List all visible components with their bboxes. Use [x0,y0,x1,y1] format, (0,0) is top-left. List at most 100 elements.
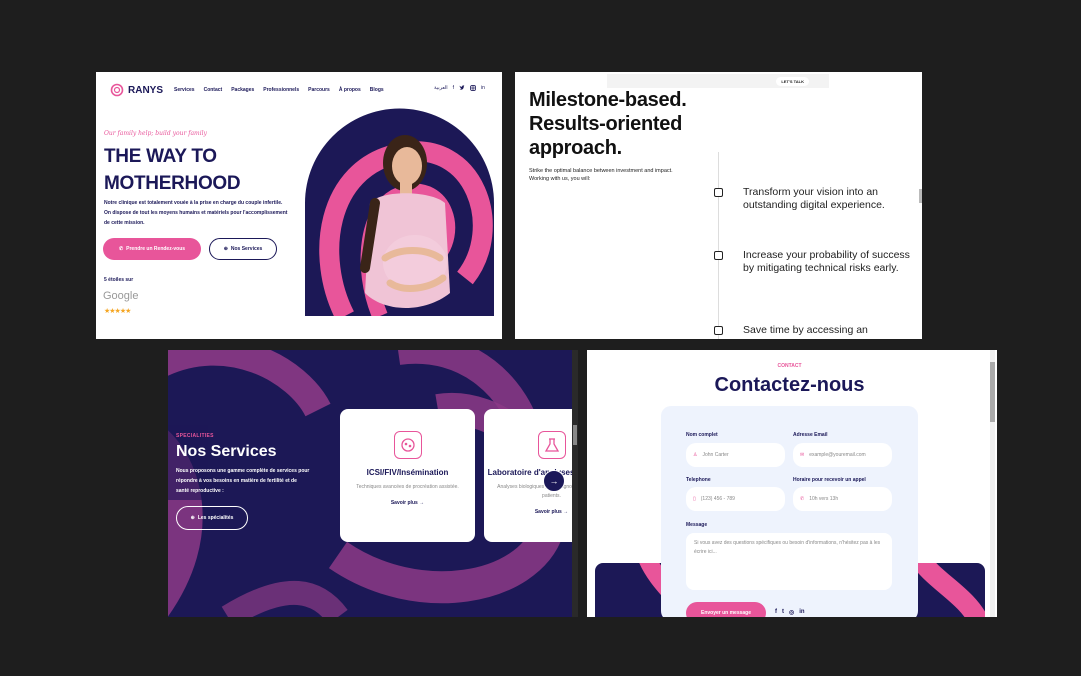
language-switch[interactable]: العربية [434,85,448,91]
facebook-icon[interactable]: f [453,85,454,91]
carousel-next-button[interactable]: → [543,470,565,492]
hero-title-line2: MOTHERHOOD [104,173,241,194]
benefit-item: Increase your probability of success by … [714,249,913,275]
rating-label: 5 étoiles sur [104,277,134,283]
nav-item-blogs[interactable]: Blogs [370,87,384,93]
phone-label: Telephone [686,477,711,483]
service-card-desc: Analyses biologiques pour diagnostic et … [497,484,578,499]
phone-call-icon: ✆ [800,496,805,502]
phone-field[interactable]: ▯ (123) 456 - 789 [686,487,785,511]
milestone-panel: LET'S TALK Milestone-based. Results-orie… [515,72,922,339]
service-card[interactable]: ICSI/FIV/Insémination Techniques avancée… [340,409,475,542]
hero-description: Notre clinique est totalement vouée à la… [104,200,288,226]
linkedin-icon[interactable]: in [799,609,804,616]
tagline: Our family help; build your family [104,130,207,137]
hero-panel: RANYS Services Contact Packages Professi… [96,72,502,339]
logo-text: RANYS [128,84,164,96]
google-logo: Google [103,290,139,302]
specialities-label: Les spécialités [197,515,234,521]
phone-icon: ▯ [693,496,696,502]
lab-flask-icon [537,431,566,459]
footer-social: f t ◎ in [775,609,805,616]
arrow-right-icon: → [563,509,569,515]
hero-title: THE WAY TO MOTHERHOOD [104,143,241,197]
checkbox-icon [714,251,723,260]
timeline-line [718,152,719,339]
message-placeholder: Si vous avez des questions spécifiques o… [694,540,881,555]
benefit-text: Increase your probability of success by … [743,249,910,274]
twitter-icon[interactable] [459,85,465,91]
contact-panel: CONTACT Contactez-nous Nom complet ♙ Joh… [587,350,997,617]
nav-item-services[interactable]: Services [174,87,195,93]
learn-more-link[interactable]: Savoir plus → [340,500,475,506]
milestone-title: Milestone-based. Results-oriented approa… [529,88,687,160]
book-appointment-button[interactable]: ✆ Prendre un Rendez-vous [103,238,201,260]
arrow-right-icon: → [549,476,559,486]
instagram-icon[interactable] [470,85,476,91]
send-message-button[interactable]: Envoyer un message [686,602,766,617]
nav-item-apropos[interactable]: À propos [339,87,361,93]
email-label: Adresse Email [793,432,828,438]
phone-icon: ✆ [118,246,124,252]
top-nav-bar: LET'S TALK [607,74,829,88]
name-placeholder: John Carter [702,452,729,458]
email-field[interactable]: ✉ example@youremail.com [793,443,892,467]
logo-icon [110,83,124,97]
call-time-field[interactable]: ✆ 10h vers 13h [793,487,892,511]
lets-talk-button[interactable]: LET'S TALK [776,76,809,86]
hero-illustration [305,108,494,316]
hero-title-line1: THE WAY TO [104,146,217,167]
email-placeholder: example@youremail.com [809,452,866,458]
plus-circle-icon: ⊕ [190,515,195,521]
book-appointment-label: Prendre un Rendez-vous [126,246,186,252]
call-time-label: Horaire pour recevoir un appel [793,477,866,483]
nav-item-packages[interactable]: Packages [231,87,254,93]
mail-icon: ✉ [800,452,805,458]
service-card-title: ICSI/FIV/Insémination [366,468,449,477]
nav-item-parcours[interactable]: Parcours [308,87,330,93]
services-eyebrow: SPECIALITIES [176,433,214,439]
header-social: العربية f in [434,85,485,91]
message-label: Message [686,522,708,528]
benefit-text: Save time by accessing an [743,324,868,336]
instagram-icon[interactable]: ◎ [789,609,794,616]
learn-more-link[interactable]: Savoir plus → [484,509,578,515]
name-label: Nom complet [686,432,718,438]
rating-stars: ★★★★★ [104,308,131,315]
arrow-right-icon: → [419,500,425,506]
scrollbar-thumb[interactable] [573,425,577,445]
milestone-subtitle: Strike the optimal balance between inves… [529,168,673,182]
services-panel: SPECIALITIES Nos Services Nous proposons… [168,350,578,617]
plus-circle-icon: ⊕ [223,246,228,252]
user-icon: ♙ [693,452,698,458]
scrollbar-thumb[interactable] [919,189,922,203]
learn-more-label: Savoir plus [534,509,562,515]
logo[interactable]: RANYS [110,83,163,97]
phone-placeholder: (123) 456 - 789 [700,496,735,502]
benefit-item: Transform your vision into an outstandin… [714,186,913,212]
nav-item-professionnels[interactable]: Professionnels [263,87,299,93]
milestone-title-line3: approach. [529,137,622,159]
service-card-desc: Techniques avancées de procréation assis… [356,484,459,490]
facebook-icon[interactable]: f [775,609,777,616]
contact-eyebrow: CONTACT [777,363,802,369]
scrollbar-thumb[interactable] [990,362,995,422]
our-services-label: Nos Services [230,246,263,252]
milestone-title-line2: Results-oriented [529,113,683,135]
services-title: Nos Services [176,443,277,460]
scrollbar-track[interactable] [572,350,578,617]
linkedin-icon[interactable]: in [481,85,485,91]
benefit-item: Save time by accessing an [714,324,913,337]
call-time-placeholder: 10h vers 13h [809,496,839,502]
specialities-button[interactable]: ⊕ Les spécialités [176,506,248,530]
contact-title: Contactez-nous [714,374,865,396]
nav-item-contact[interactable]: Contact [204,87,223,93]
checkbox-icon [714,326,723,335]
our-services-button[interactable]: ⊕ Nos Services [209,238,277,260]
milestone-title-line1: Milestone-based. [529,89,687,111]
name-field[interactable]: ♙ John Carter [686,443,785,467]
fertility-icon [393,431,422,459]
benefit-text: Transform your vision into an outstandin… [743,186,885,211]
twitter-icon[interactable]: t [782,609,784,616]
message-textarea[interactable]: Si vous avez des questions spécifiques o… [686,533,892,590]
